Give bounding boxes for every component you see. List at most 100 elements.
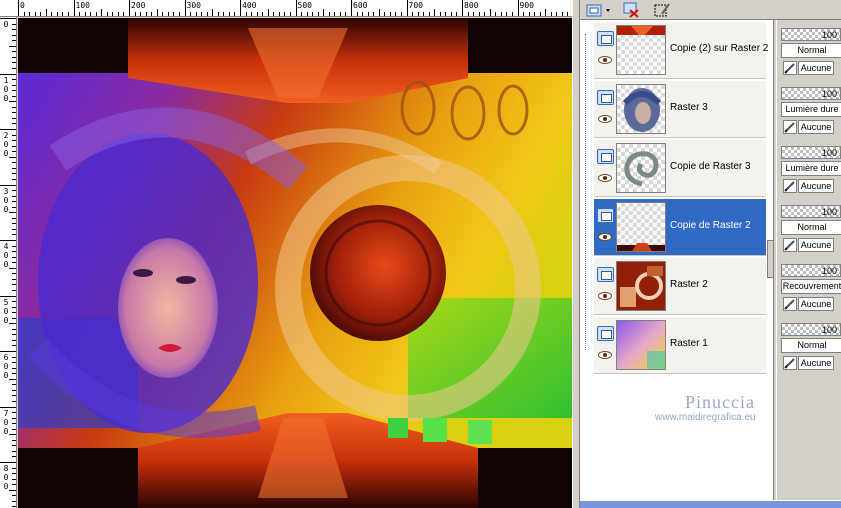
ruler-tick [445,12,447,16]
layer-name[interactable]: Copie de Raster 3 [670,161,751,172]
image-canvas[interactable] [18,18,572,508]
blend-mode-select[interactable]: Normal [781,338,841,353]
ruler-tick [162,12,164,16]
layer-name[interactable]: Copie (2) sur Raster 2 [670,43,768,54]
edit-selection-button[interactable] [652,1,672,19]
blend-mode-select[interactable]: Lumière dure [781,102,841,117]
blend-mode-select[interactable]: Lumière dure [781,161,841,176]
new-layer-button[interactable] [584,1,614,19]
ruler-tick [62,12,64,16]
ruler-tick [12,223,16,225]
opacity-slider[interactable]: 100 [781,205,841,218]
visibility-eye-icon[interactable] [598,292,612,300]
brush-icon[interactable] [783,297,797,311]
visibility-eye-icon[interactable] [598,115,612,123]
ruler-tick [12,62,16,64]
delete-layer-button[interactable] [620,1,642,19]
ruler-tick [134,12,136,16]
layer-thumbnail[interactable] [616,143,666,193]
layer-row[interactable]: Copie de Raster 3 [594,140,766,197]
ruler-tick [323,9,325,16]
mask-select[interactable]: Aucune [798,356,834,370]
ruler-tick [12,134,16,136]
ruler-label: 0 [3,362,9,371]
mask-select[interactable]: Aucune [798,297,834,311]
mask-row: Aucune [781,297,841,312]
layer-thumbnail[interactable] [616,320,666,370]
ruler-tick [12,495,16,497]
new-layer-icon [586,4,610,17]
visibility-eye-icon[interactable] [598,351,612,359]
ruler-tick [511,12,513,16]
layer-name[interactable]: Raster 2 [670,279,708,290]
ruler-tick [12,339,16,341]
visibility-eye-icon[interactable] [598,174,612,182]
ruler-tick [123,12,125,16]
panel-splitter[interactable] [572,0,580,508]
opacity-slider[interactable]: 100 [781,28,841,41]
raster-layer-icon [597,149,614,164]
layer-row[interactable]: Raster 2 [594,258,766,315]
ruler-tick [12,190,16,192]
opacity-slider[interactable]: 100 [781,323,841,336]
ruler-label: 800 [464,1,479,10]
layer-thumbnail[interactable] [616,84,666,134]
raster-layer-icon [597,208,614,223]
ruler-tick [145,12,147,16]
blend-mode-select[interactable]: Normal [781,220,841,235]
mask-row: Aucune [781,61,841,76]
ruler-tick [12,384,16,386]
visibility-eye-icon[interactable] [598,56,612,64]
ruler-tick [234,12,236,16]
mask-select[interactable]: Aucune [798,120,834,134]
layer-row[interactable]: Raster 3 [594,81,766,138]
mask-select[interactable]: Aucune [798,61,834,75]
ruler-tick [0,462,16,463]
ruler-tick [12,29,16,31]
layer-row[interactable]: Copie (2) sur Raster 2 [594,22,768,79]
opacity-slider[interactable]: 100 [781,87,841,100]
layer-thumbnail[interactable] [616,261,666,311]
layer-thumbnail[interactable] [616,25,666,75]
layers-scrollbar[interactable] [767,240,774,278]
ruler-tick [389,12,391,16]
ruler-tick [351,0,352,16]
ruler-tick [9,434,16,436]
ruler-tick [217,12,219,16]
blend-mode-select[interactable]: Recouvrement [781,279,841,294]
brush-icon[interactable] [783,356,797,370]
ruler-label: 300 [186,1,201,10]
blend-mode-select[interactable]: Normal [781,43,841,58]
mask-select[interactable]: Aucune [798,238,834,252]
layer-row[interactable]: Raster 1 [594,317,766,374]
layer-name[interactable]: Raster 3 [670,102,708,113]
opacity-slider[interactable]: 100 [781,146,841,159]
ruler-tick [12,389,16,391]
brush-icon[interactable] [783,120,797,134]
raster-layer-icon [597,31,614,46]
ruler-tick [378,9,380,16]
opacity-slider[interactable]: 100 [781,264,841,277]
ruler-tick [151,12,153,16]
visibility-eye-icon[interactable] [598,233,612,241]
ruler-tick [12,284,16,286]
ruler-tick [12,484,16,486]
ruler-tick [12,312,16,314]
mask-select[interactable]: Aucune [798,179,834,193]
layer-name[interactable]: Raster 1 [670,338,708,349]
layer-properties-column: 100 Normal Aucune 100 Lumière dure Aucune 100 L… [776,20,841,500]
layer-thumbnail[interactable] [616,202,666,252]
ruler-tick [467,12,469,16]
ruler-tick [12,40,16,42]
brush-icon[interactable] [783,179,797,193]
ruler-label: 0 [3,195,9,205]
brush-icon[interactable] [783,238,797,252]
brush-icon[interactable] [783,61,797,75]
ruler-label: 0 [3,306,9,316]
layer-name[interactable]: Copie de Raster 2 [670,220,751,231]
ruler-tick [395,12,397,16]
ruler-tick [400,12,402,16]
ruler-tick [190,12,192,16]
layer-row[interactable]: Copie de Raster 2 [594,199,766,256]
ruler-tick [184,0,186,16]
